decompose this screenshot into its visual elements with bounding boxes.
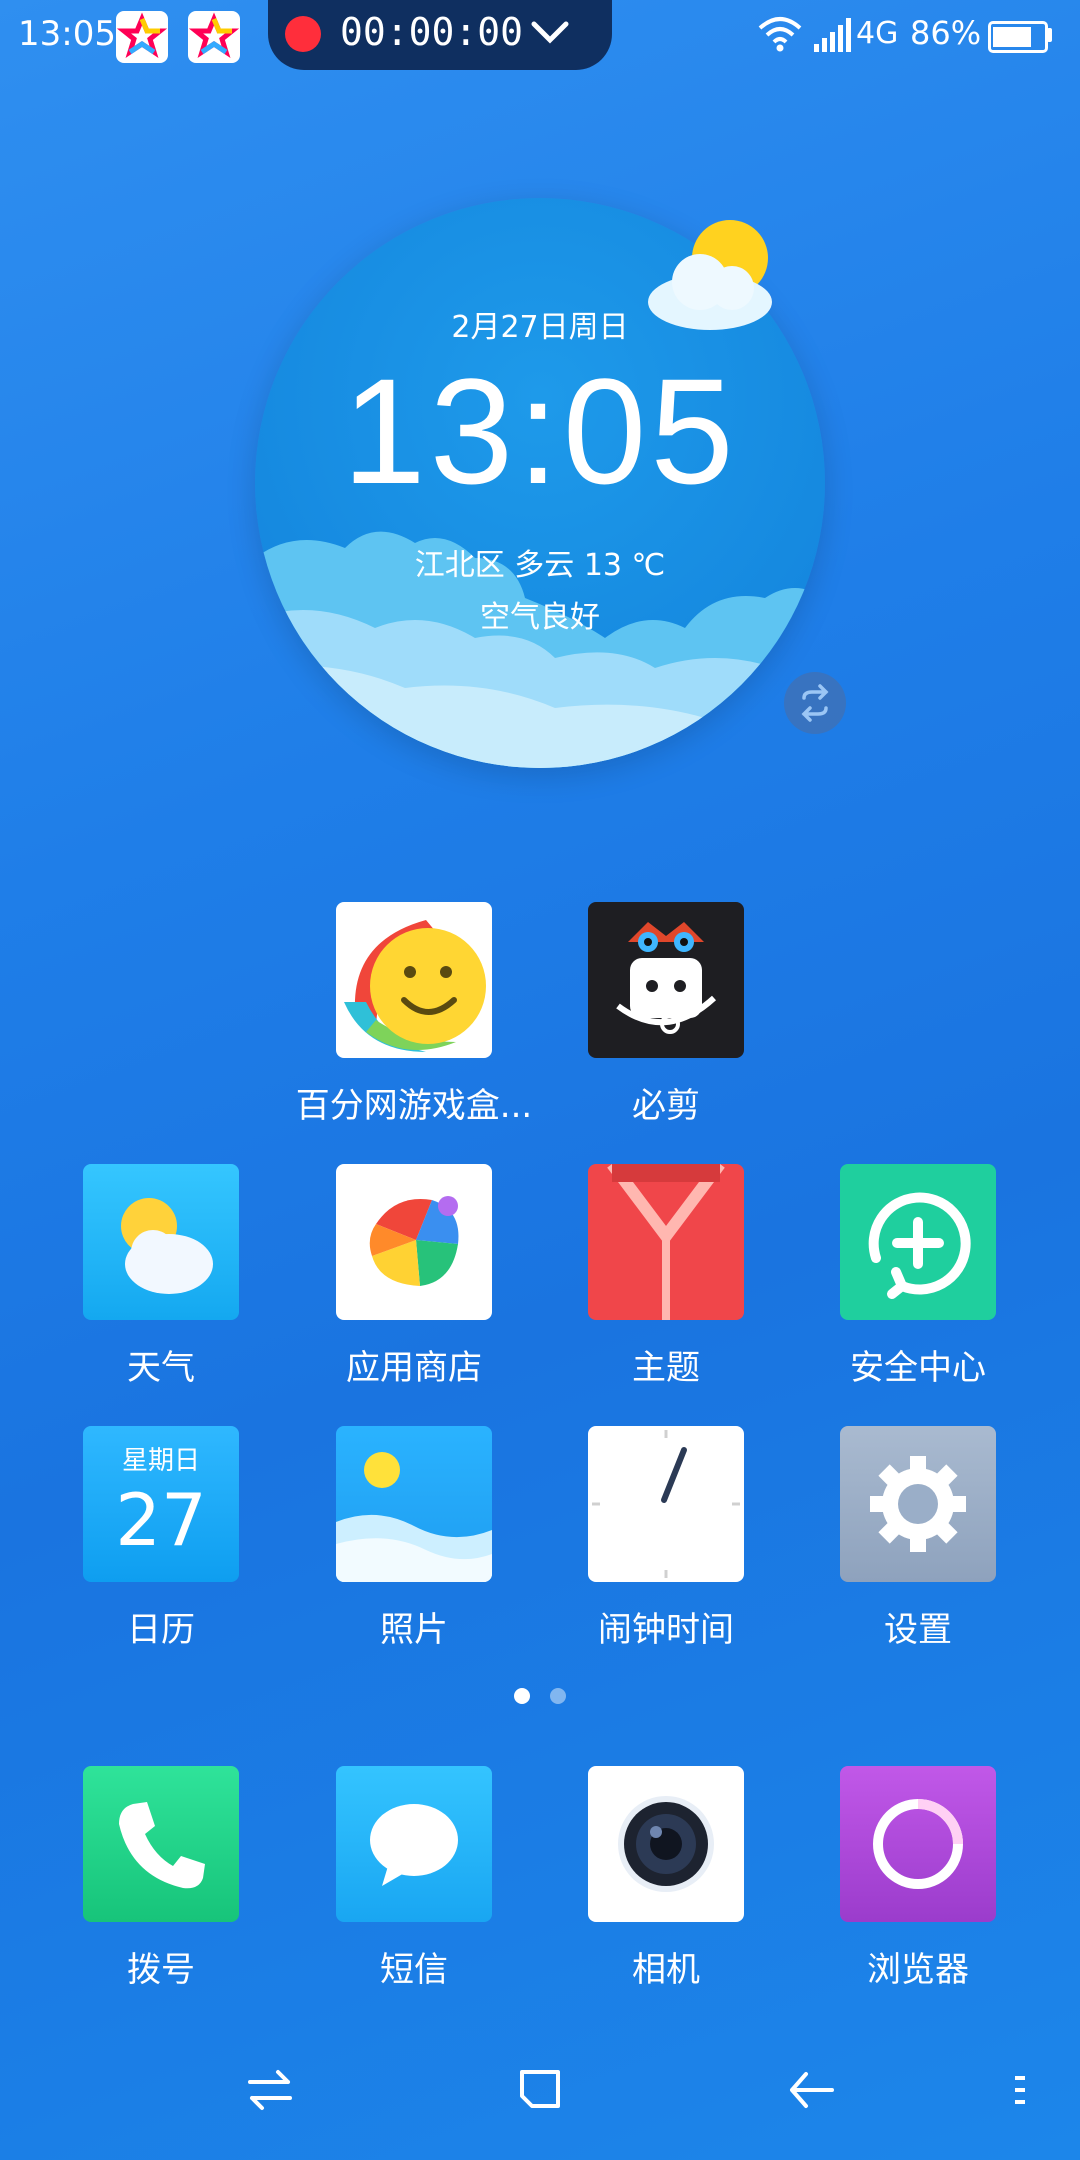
- page-indicator-active[interactable]: [514, 1688, 530, 1704]
- widget-date: 2月27日周日: [451, 310, 629, 345]
- app-messages[interactable]: [336, 1766, 492, 1922]
- browser-icon: [873, 1799, 963, 1889]
- battery-level: [993, 27, 1031, 47]
- photos-icon: [336, 1452, 492, 1582]
- theme-icon: [607, 1164, 725, 1320]
- notification-app-icon: [116, 11, 168, 63]
- app-phone[interactable]: [83, 1766, 239, 1922]
- recent-apps-button[interactable]: [246, 2060, 294, 2124]
- back-arrow-icon: [790, 2072, 834, 2108]
- app-label: 照片: [380, 1610, 448, 1650]
- page-indicator[interactable]: [550, 1688, 566, 1704]
- app-label: 闹钟时间: [598, 1610, 734, 1650]
- chevron-down-icon[interactable]: [528, 12, 572, 60]
- clock-icon: [592, 1430, 740, 1578]
- refresh-icon: [801, 684, 829, 722]
- app-label: 应用商店: [346, 1348, 482, 1388]
- calendar-day: 27: [115, 1478, 207, 1562]
- widget-time: 13:05: [342, 347, 738, 515]
- app-label: 日历: [127, 1610, 195, 1650]
- app-security-center[interactable]: [840, 1164, 996, 1320]
- settings-icon: [870, 1456, 966, 1552]
- menu-button[interactable]: [1012, 2060, 1028, 2124]
- wifi-icon: [756, 14, 804, 58]
- widget-switch-button[interactable]: [784, 672, 846, 734]
- baifen-game-box-icon: [344, 920, 486, 1052]
- app-calendar[interactable]: 星期日 27: [83, 1426, 239, 1582]
- back-button[interactable]: [786, 2060, 836, 2124]
- more-menu-icon: [1015, 2076, 1025, 2104]
- swap-arrows-icon: [248, 2070, 292, 2110]
- app-label: 百分网游戏盒...: [295, 1086, 533, 1126]
- app-label: 浏览器: [867, 1950, 969, 1990]
- calendar-weekday: 星期日: [121, 1446, 200, 1476]
- app-settings[interactable]: [840, 1426, 996, 1582]
- app-theme[interactable]: [588, 1164, 744, 1320]
- app-label: 主题: [632, 1348, 700, 1388]
- widget-air-quality: 空气良好: [480, 600, 600, 635]
- notification-app-icon: [188, 11, 240, 63]
- app-camera[interactable]: [588, 1766, 744, 1922]
- app-store-icon: [369, 1196, 459, 1286]
- phone-icon: [119, 1802, 205, 1889]
- weather-icon: [121, 1198, 213, 1294]
- network-type: 4G: [856, 16, 899, 51]
- battery-tip: [1047, 28, 1052, 42]
- status-time: 13:05: [18, 14, 116, 54]
- app-bijian[interactable]: [588, 902, 744, 1058]
- app-browser[interactable]: [840, 1766, 996, 1922]
- app-label: 相机: [632, 1950, 700, 1990]
- bijian-icon: [616, 922, 717, 1034]
- app-label: 天气: [127, 1348, 195, 1388]
- app-label: 必剪: [632, 1086, 700, 1126]
- app-baifen-game-box[interactable]: [336, 902, 492, 1058]
- signal-icon: [812, 14, 856, 58]
- app-photos[interactable]: [336, 1426, 492, 1582]
- widget-weather: 江北区 多云 13 ℃: [414, 548, 666, 583]
- battery-percent: 86%: [910, 14, 982, 52]
- record-timer: 00:00:00: [340, 10, 524, 54]
- app-label: 短信: [380, 1950, 448, 1990]
- messages-icon: [370, 1804, 458, 1886]
- security-center-icon: [868, 1192, 971, 1299]
- app-label: 设置: [884, 1610, 952, 1650]
- app-weather[interactable]: [83, 1164, 239, 1320]
- app-app-store[interactable]: [336, 1164, 492, 1320]
- record-dot-icon: [285, 16, 321, 52]
- camera-icon: [618, 1796, 714, 1892]
- app-label: 拨号: [127, 1950, 195, 1990]
- home-button[interactable]: [518, 2060, 562, 2124]
- app-clock[interactable]: [588, 1426, 744, 1582]
- home-square-icon: [520, 2070, 560, 2108]
- app-label: 安全中心: [850, 1348, 986, 1388]
